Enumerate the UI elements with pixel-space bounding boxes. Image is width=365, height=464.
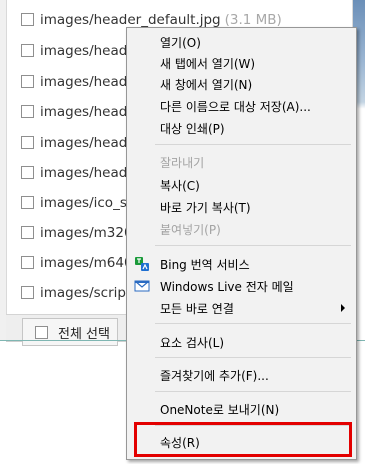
menu-item-save-target-as[interactable]: 다른 이름으로 대상 저장(A)... bbox=[127, 95, 356, 117]
windows-live-mail-icon bbox=[134, 278, 150, 294]
menu-item-add-to-favorites[interactable]: 즐겨찾기에 추가(F)... bbox=[127, 364, 356, 386]
menu-item-all-accelerators[interactable]: 모든 바로 연결 bbox=[127, 297, 356, 319]
file-checkbox[interactable] bbox=[21, 226, 34, 239]
menu-item-label: 다른 이름으로 대상 저장(A)... bbox=[160, 99, 311, 114]
menu-item-cut: 잘라내기 bbox=[127, 151, 356, 173]
menu-item-open-new-tab[interactable]: 새 탭에서 열기(W) bbox=[127, 52, 356, 74]
menu-item-label: 복사(C) bbox=[160, 178, 200, 193]
file-name: images/m640 bbox=[40, 254, 133, 271]
menu-item-label: 열기(O) bbox=[160, 35, 201, 50]
file-checkbox[interactable] bbox=[21, 196, 34, 209]
file-name: images/script bbox=[40, 284, 132, 301]
menu-item-label: 바로 가기 복사(T) bbox=[160, 200, 251, 215]
menu-item-label: 요소 검사(L) bbox=[160, 335, 225, 350]
menu-separator bbox=[155, 391, 351, 392]
menu-item-inspect-element[interactable]: 요소 검사(L) bbox=[127, 331, 356, 353]
file-name: images/header_default.jpg bbox=[40, 11, 221, 28]
menu-item-label: 붙여넣기(P) bbox=[160, 222, 221, 237]
menu-item-open-new-window[interactable]: 새 창에서 열기(N) bbox=[127, 73, 356, 95]
select-all-label: 전체 선택 bbox=[58, 326, 110, 342]
menu-item-label: 새 창에서 열기(N) bbox=[160, 77, 253, 92]
menu-item-print-target[interactable]: 대상 인쇄(P) bbox=[127, 117, 356, 139]
menu-item-label: Windows Live 전자 메일 bbox=[160, 279, 294, 294]
menu-item-label: OneNote로 보내기(N) bbox=[160, 402, 280, 417]
menu-item-label: Bing 번역 서비스 bbox=[160, 257, 250, 272]
file-name: images/m320 bbox=[40, 224, 133, 241]
menu-item-bing-translator[interactable]: Bing 번역 서비스 bbox=[127, 253, 356, 275]
file-checkbox[interactable] bbox=[21, 256, 34, 269]
menu-separator bbox=[155, 245, 351, 246]
menu-item-copy-shortcut[interactable]: 바로 가기 복사(T) bbox=[127, 196, 356, 218]
select-all-checkbox[interactable] bbox=[35, 325, 48, 339]
file-size: (3.1 MB) bbox=[224, 11, 282, 28]
highlight-box bbox=[134, 422, 352, 457]
menu-item-label: 모든 바로 연결 bbox=[160, 301, 234, 316]
menu-item-open[interactable]: 열기(O) bbox=[127, 31, 356, 53]
menu-item-label: 새 탭에서 열기(W) bbox=[160, 56, 256, 71]
menu-item-copy[interactable]: 복사(C) bbox=[127, 174, 356, 196]
menu-separator bbox=[155, 323, 351, 324]
menu-item-windows-live-mail[interactable]: Windows Live 전자 메일 bbox=[127, 275, 356, 297]
menu-item-label: 즐겨찾기에 추가(F)... bbox=[160, 368, 269, 383]
menu-item-label: 잘라내기 bbox=[160, 155, 205, 170]
file-name: images/ico_sk bbox=[40, 194, 135, 211]
file-checkbox[interactable] bbox=[21, 136, 34, 149]
menu-item-send-to-onenote[interactable]: OneNote로 보내기(N) bbox=[127, 398, 356, 420]
menu-item-paste: 붙여넣기(P) bbox=[127, 218, 356, 240]
file-checkbox[interactable] bbox=[21, 13, 34, 26]
file-checkbox[interactable] bbox=[21, 166, 34, 179]
file-checkbox[interactable] bbox=[21, 286, 34, 299]
menu-item-label: 대상 인쇄(P) bbox=[160, 121, 225, 136]
submenu-arrow-icon bbox=[341, 304, 345, 312]
menu-separator bbox=[155, 357, 351, 358]
bing-translator-icon bbox=[134, 256, 150, 272]
file-checkbox[interactable] bbox=[21, 44, 34, 57]
menu-separator bbox=[155, 144, 351, 145]
select-all-button[interactable]: 전체 선택 bbox=[22, 318, 118, 346]
context-menu: 열기(O) 새 탭에서 열기(W) 새 창에서 열기(N) 다른 이름으로 대상… bbox=[126, 27, 357, 460]
file-checkbox[interactable] bbox=[21, 105, 34, 118]
file-checkbox[interactable] bbox=[21, 75, 34, 88]
